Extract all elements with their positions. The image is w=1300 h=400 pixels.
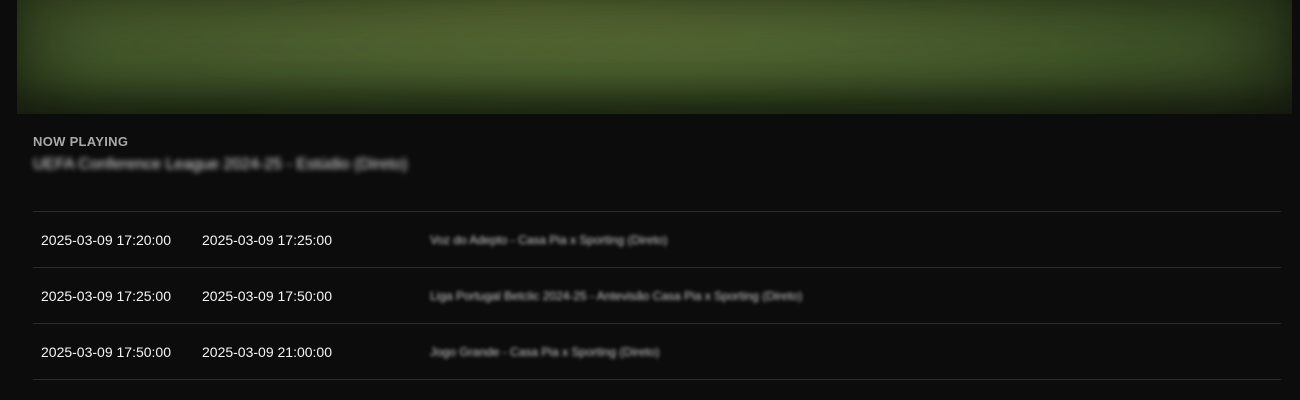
end-time: 2025-03-09 17:25:00: [202, 231, 332, 248]
program-title: Voz do Adepto - Casa Pia x Sporting (Dir…: [430, 232, 668, 247]
start-time: 2025-03-09 17:20:00: [41, 231, 171, 248]
now-playing-title: UEFA Conference League 2024-25 - Estúdio…: [33, 156, 408, 173]
end-time: 2025-03-09 21:00:00: [202, 343, 332, 360]
video-player[interactable]: [17, 0, 1292, 114]
program-title: Jogo Grande - Casa Pia x Sporting (Diret…: [430, 344, 660, 359]
start-time: 2025-03-09 17:50:00: [41, 343, 171, 360]
schedule-row[interactable]: 2025-03-09 17:25:00 2025-03-09 17:50:00 …: [33, 268, 1281, 324]
now-playing-section: NOW PLAYING UEFA Conference League 2024-…: [33, 134, 1281, 175]
program-title: Liga Portugal Betclic 2024-25 - Antevisã…: [430, 288, 803, 303]
schedule-row[interactable]: 2025-03-09 17:50:00 2025-03-09 21:00:00 …: [33, 324, 1281, 380]
schedule-list: 2025-03-09 17:20:00 2025-03-09 17:25:00 …: [33, 211, 1281, 380]
video-frame-blurred: [17, 0, 1292, 114]
schedule-row[interactable]: 2025-03-09 17:20:00 2025-03-09 17:25:00 …: [33, 212, 1281, 268]
start-time: 2025-03-09 17:25:00: [41, 287, 171, 304]
now-playing-label: NOW PLAYING: [33, 134, 129, 149]
end-time: 2025-03-09 17:50:00: [202, 287, 332, 304]
tv-guide-page: NOW PLAYING UEFA Conference League 2024-…: [0, 0, 1300, 400]
